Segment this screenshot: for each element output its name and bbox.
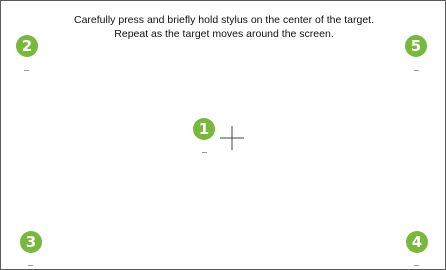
target-dash-3	[28, 265, 33, 266]
target-marker-4: 4	[406, 231, 428, 253]
instruction-line-2: Repeat as the target moves around the sc…	[114, 28, 334, 40]
target-dash-1	[202, 152, 207, 153]
target-marker-3: 3	[20, 231, 42, 253]
target-marker-1: 1	[193, 118, 215, 140]
target-marker-5: 5	[405, 35, 427, 57]
instructions: Carefully press and briefly hold stylus …	[1, 13, 446, 41]
target-dash-4	[414, 265, 419, 266]
crosshair-icon[interactable]	[220, 126, 244, 150]
target-dash-2	[24, 70, 29, 71]
calibration-screen[interactable]: Carefully press and briefly hold stylus …	[0, 0, 446, 270]
target-dash-5	[414, 70, 419, 71]
instruction-line-1: Carefully press and briefly hold stylus …	[74, 14, 374, 26]
target-marker-2: 2	[16, 35, 38, 57]
